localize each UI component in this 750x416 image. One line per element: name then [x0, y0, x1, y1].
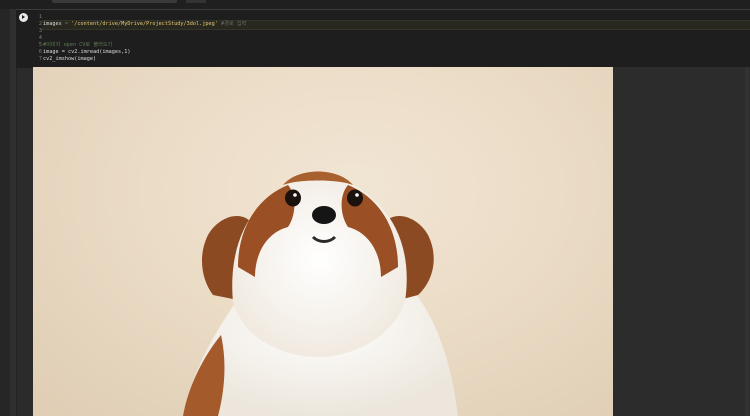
output-image — [33, 67, 613, 416]
line-number: 7 — [38, 56, 42, 62]
code-hint: #경로 입력 — [217, 21, 247, 27]
code-line-2[interactable]: images = '/content/drive/MyDrive/Project… — [43, 20, 246, 28]
code-op: = — [61, 21, 72, 27]
cell-gutter-rail — [10, 9, 17, 416]
code-var: images — [43, 21, 62, 27]
code-line-7[interactable]: cv2_imshow(image) — [43, 55, 96, 63]
run-cell-button[interactable] — [19, 13, 28, 22]
vertical-scrollbar[interactable] — [745, 67, 749, 416]
code-string: '/content/drive/MyDrive/ProjectStudy/3do… — [71, 21, 218, 27]
dog-photo — [183, 171, 458, 416]
tab-indicator-secondary[interactable] — [186, 0, 206, 3]
code-cell[interactable] — [16, 9, 750, 68]
left-sidebar-rail — [0, 9, 10, 416]
output-empty-area — [613, 67, 750, 416]
tab-indicator[interactable] — [52, 0, 177, 3]
